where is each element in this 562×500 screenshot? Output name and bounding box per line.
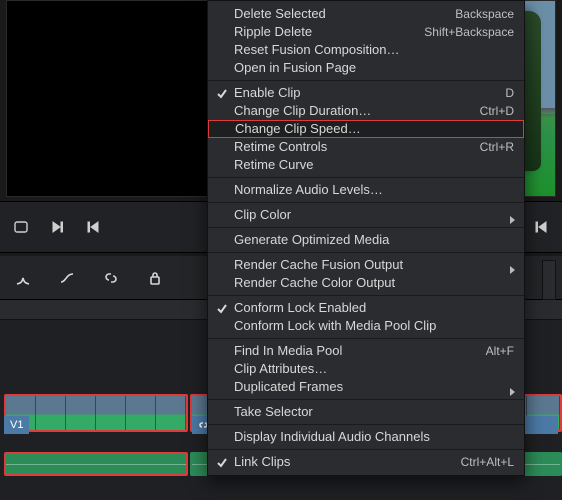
menu-item-label: Open in Fusion Page <box>234 59 514 77</box>
menu-item-take-selector[interactable]: Take Selector <box>208 403 524 421</box>
menu-item-label: Enable Clip <box>234 84 489 102</box>
menu-separator <box>208 399 524 400</box>
next-frame-button[interactable] <box>44 216 70 238</box>
go-start-button[interactable] <box>80 216 106 238</box>
menu-item-open-in-fusion-page[interactable]: Open in Fusion Page <box>208 59 524 77</box>
menu-separator <box>208 177 524 178</box>
menu-item-label: Render Cache Color Output <box>234 274 514 292</box>
menu-item-shortcut: Alt+F <box>486 342 514 360</box>
menu-item-conform-lock-enabled[interactable]: Conform Lock Enabled <box>208 299 524 317</box>
menu-item-conform-lock-with-media-pool-clip[interactable]: Conform Lock with Media Pool Clip <box>208 317 524 335</box>
menu-item-change-clip-duration[interactable]: Change Clip Duration… Ctrl+D <box>208 102 524 120</box>
menu-item-render-cache-fusion-output[interactable]: Render Cache Fusion Output <box>208 256 524 274</box>
menu-item-label: Display Individual Audio Channels <box>234 428 514 446</box>
menu-item-enable-clip[interactable]: Enable Clip D <box>208 84 524 102</box>
submenu-arrow-icon <box>508 383 516 391</box>
menu-item-label: Conform Lock Enabled <box>234 299 514 317</box>
linked-selection-tool[interactable] <box>98 265 124 291</box>
menu-separator <box>208 227 524 228</box>
menu-item-shortcut: Ctrl+D <box>480 102 514 120</box>
check-icon <box>216 302 228 314</box>
menu-item-retime-controls[interactable]: Retime Controls Ctrl+R <box>208 138 524 156</box>
menu-item-label: Conform Lock with Media Pool Clip <box>234 317 514 335</box>
menu-item-label: Change Clip Duration… <box>234 102 464 120</box>
menu-item-change-clip-speed[interactable]: Change Clip Speed… <box>208 120 524 138</box>
menu-item-label: Reset Fusion Composition… <box>234 41 514 59</box>
menu-separator <box>208 80 524 81</box>
menu-separator <box>208 252 524 253</box>
menu-item-label: Delete Selected <box>234 5 439 23</box>
menu-item-label: Retime Controls <box>234 138 464 156</box>
menu-item-label: Generate Optimized Media <box>234 231 514 249</box>
check-icon <box>216 456 228 468</box>
menu-item-clip-attributes[interactable]: Clip Attributes… <box>208 360 524 378</box>
menu-item-shortcut: Backspace <box>455 5 514 23</box>
menu-item-label: Link Clips <box>234 453 445 471</box>
menu-item-ripple-delete[interactable]: Ripple Delete Shift+Backspace <box>208 23 524 41</box>
menu-item-reset-fusion-composition[interactable]: Reset Fusion Composition… <box>208 41 524 59</box>
menu-item-label: Find In Media Pool <box>234 342 470 360</box>
menu-item-display-individual-audio-channels[interactable]: Display Individual Audio Channels <box>208 428 524 446</box>
menu-item-shortcut: Ctrl+Alt+L <box>461 453 514 471</box>
right-side-strip <box>542 260 556 300</box>
menu-separator <box>208 424 524 425</box>
dynamic-trim-tool[interactable] <box>54 265 80 291</box>
menu-item-duplicated-frames[interactable]: Duplicated Frames <box>208 378 524 396</box>
menu-item-label: Retime Curve <box>234 156 514 174</box>
menu-item-normalize-audio-levels[interactable]: Normalize Audio Levels… <box>208 181 524 199</box>
menu-item-link-clips[interactable]: Link Clips Ctrl+Alt+L <box>208 453 524 471</box>
check-icon <box>216 87 228 99</box>
clip-context-menu: Delete Selected Backspace Ripple Delete Shi… <box>207 0 525 476</box>
menu-item-find-in-media-pool[interactable]: Find In Media Pool Alt+F <box>208 342 524 360</box>
menu-separator <box>208 338 524 339</box>
menu-item-shortcut: Ctrl+R <box>480 138 514 156</box>
menu-item-label: Normalize Audio Levels… <box>234 181 514 199</box>
menu-item-shortcut: D <box>505 84 514 102</box>
menu-item-generate-optimized-media[interactable]: Generate Optimized Media <box>208 231 524 249</box>
menu-item-label: Clip Color <box>234 206 514 224</box>
submenu-arrow-icon <box>508 211 516 219</box>
go-start-right-button[interactable] <box>528 216 554 238</box>
menu-item-label: Duplicated Frames <box>234 378 514 396</box>
submenu-arrow-icon <box>508 261 516 269</box>
video-clip-1[interactable] <box>4 394 188 432</box>
audio-clip-1[interactable] <box>4 452 188 476</box>
menu-item-label: Clip Attributes… <box>234 360 514 378</box>
menu-separator <box>208 202 524 203</box>
menu-item-delete-selected[interactable]: Delete Selected Backspace <box>208 5 524 23</box>
menu-item-label: Change Clip Speed… <box>235 120 513 138</box>
menu-item-label: Ripple Delete <box>234 23 408 41</box>
menu-item-label: Take Selector <box>234 403 514 421</box>
selection-tool[interactable] <box>10 265 36 291</box>
menu-item-shortcut: Shift+Backspace <box>424 23 514 41</box>
lock-tool[interactable] <box>142 265 168 291</box>
menu-item-label: Render Cache Fusion Output <box>234 256 514 274</box>
menu-separator <box>208 449 524 450</box>
menu-item-retime-curve[interactable]: Retime Curve <box>208 156 524 174</box>
loop-button[interactable] <box>8 216 34 238</box>
menu-separator <box>208 295 524 296</box>
video-clip-1-label: V1 <box>4 416 29 434</box>
v1-chip: V1 <box>10 419 23 431</box>
menu-item-clip-color[interactable]: Clip Color <box>208 206 524 224</box>
menu-item-render-cache-color-output[interactable]: Render Cache Color Output <box>208 274 524 292</box>
